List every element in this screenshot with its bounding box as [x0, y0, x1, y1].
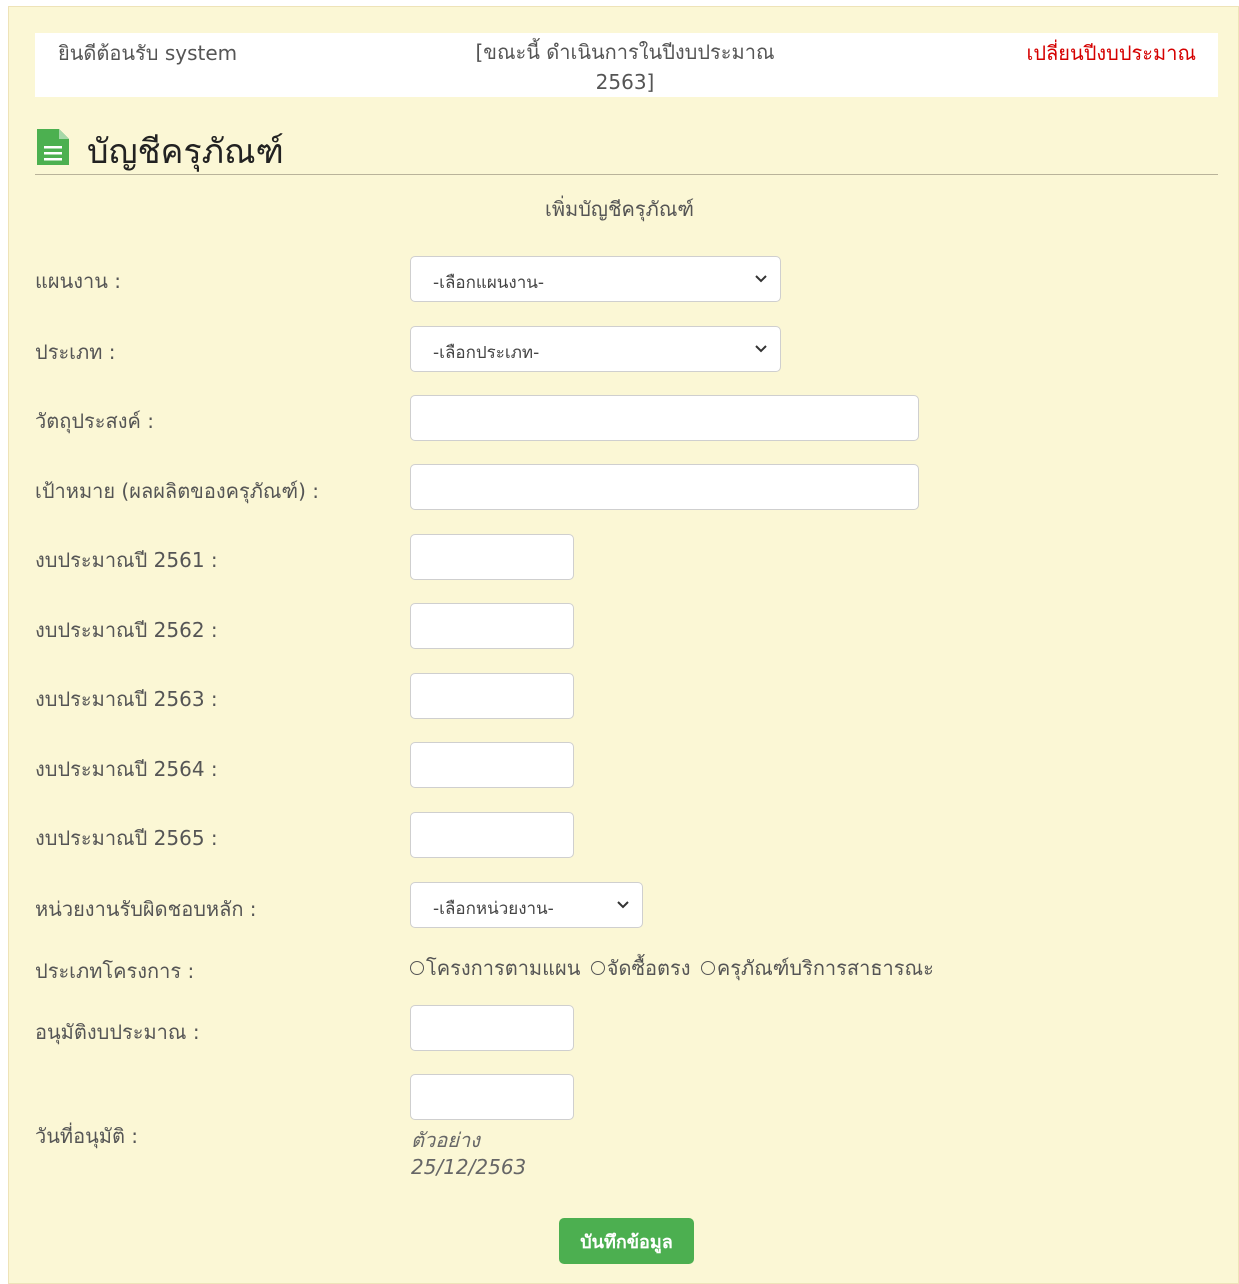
target-input[interactable] — [410, 464, 919, 510]
chevron-down-icon — [755, 275, 767, 283]
title-divider — [35, 174, 1218, 175]
budget-2561-label: งบประมาณปี 2561 : — [35, 548, 218, 572]
date-hint-example: 25/12/2563 — [411, 1155, 527, 1179]
radio-direct-purchase[interactable]: จัดซื้อตรง — [590, 952, 691, 984]
fiscal-year-status: [ขณะนี้ ดำเนินการในปีงบประมาณ 2563] — [455, 37, 795, 97]
radio-circle[interactable] — [700, 961, 715, 975]
welcome-text: ยินดีต้อนรับ system — [58, 41, 238, 65]
radio-label: ครุภัณฑ์บริการสาธารณะ — [716, 956, 934, 980]
radio-label: โครงการตามแผน — [426, 956, 581, 980]
target-label: เป้าหมาย (ผลผลิตของครุภัณฑ์) : — [35, 479, 319, 503]
radio-label: จัดซื้อตรง — [606, 956, 691, 980]
top-bar: ยินดีต้อนรับ system [ขณะนี้ ดำเนินการในป… — [35, 33, 1218, 97]
plan-label: แผนงาน : — [35, 269, 122, 293]
project-type-label: ประเภทโครงการ : — [35, 959, 195, 983]
budget-2563-label: งบประมาณปี 2563 : — [35, 687, 218, 711]
budget-2564-input[interactable] — [410, 742, 574, 788]
date-hint-label: ตัวอย่าง — [411, 1128, 480, 1152]
radio-circle[interactable] — [590, 961, 605, 975]
budget-2565-label: งบประมาณปี 2565 : — [35, 826, 218, 850]
type-select[interactable]: -เลือกประเภท- — [410, 326, 781, 372]
budget-2561-input[interactable] — [410, 534, 574, 580]
status-line-2: 2563] — [595, 70, 655, 94]
save-button[interactable]: บันทึกข้อมูล — [559, 1218, 694, 1264]
approval-date-label: วันที่อนุมัติ : — [35, 1124, 139, 1148]
budget-2562-input[interactable] — [410, 603, 574, 649]
budget-2563-input[interactable] — [410, 673, 574, 719]
status-line-1: [ขณะนี้ ดำเนินการในปีงบประมาณ — [475, 40, 775, 64]
type-select-value: -เลือกประเภท- — [433, 343, 540, 363]
change-fiscal-year-link[interactable]: เปลี่ยนปีงบประมาณ — [1027, 37, 1196, 69]
unit-select[interactable]: -เลือกหน่วยงาน- — [410, 882, 643, 928]
budget-2564-label: งบประมาณปี 2564 : — [35, 757, 218, 781]
chevron-down-icon — [755, 345, 767, 353]
approved-budget-input[interactable] — [410, 1005, 574, 1051]
radio-circle[interactable] — [410, 961, 424, 975]
budget-2565-input[interactable] — [410, 812, 574, 858]
unit-label: หน่วยงานรับผิดชอบหลัก : — [35, 897, 257, 921]
approved-budget-label: อนุมัติงบประมาณ : — [35, 1020, 200, 1044]
form-heading: เพิ่มบัญชีครุภัณฑ์ — [545, 197, 694, 221]
document-icon — [37, 129, 69, 165]
unit-select-value: -เลือกหน่วยงาน- — [433, 899, 554, 919]
budget-2562-label: งบประมาณปี 2562 : — [35, 618, 218, 642]
page-title: บัญชีครุภัณฑ์ — [87, 132, 284, 172]
plan-select-value: -เลือกแผนงาน- — [433, 273, 545, 293]
radio-public-service-equipment[interactable]: ครุภัณฑ์บริการสาธารณะ — [700, 952, 934, 984]
plan-select[interactable]: -เลือกแผนงาน- — [410, 256, 781, 302]
chevron-down-icon — [617, 901, 629, 909]
project-type-radio-group: โครงการตามแผน จัดซื้อตรง ครุภัณฑ์บริการส… — [410, 952, 938, 984]
approval-date-input[interactable] — [410, 1074, 574, 1120]
type-label: ประเภท : — [35, 340, 116, 364]
objective-label: วัตถุประสงค์ : — [35, 409, 154, 433]
radio-planned-project[interactable]: โครงการตามแผน — [410, 952, 580, 984]
objective-input[interactable] — [410, 395, 919, 441]
